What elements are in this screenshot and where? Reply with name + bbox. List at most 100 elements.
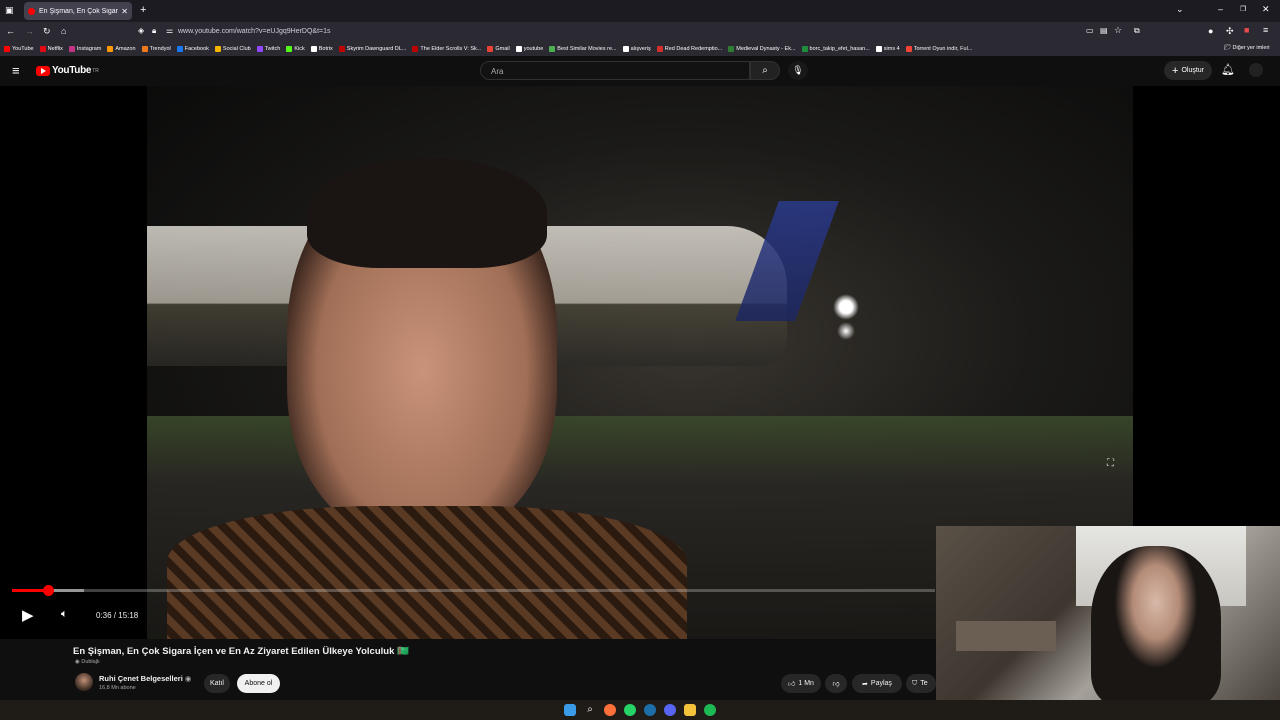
progress-bar[interactable] [12,585,935,596]
bookmark-item[interactable]: Kick [286,46,305,52]
permissions-icon[interactable]: ⚌ [166,26,173,35]
other-bookmarks[interactable]: 📁︎ Diğer yer imleri [1224,45,1270,51]
bookmark-item[interactable]: borc_takip_efet_hasan... [801,46,870,52]
channel-avatar[interactable] [75,673,93,691]
minimize-icon[interactable]: – [1218,4,1223,14]
bookmark-item[interactable]: Botrix [310,46,333,52]
microphone-icon: 🎙︎ [792,65,804,75]
bookmark-favicon-icon [141,46,148,52]
bookmark-item[interactable]: Facebook [176,46,209,52]
tab-title: En Şişman, En Çok Sigara İçen ve En Az Z… [39,7,118,15]
bookmark-item[interactable]: youtube [515,46,543,52]
share-button[interactable]: ➦ Paylaş [852,674,902,693]
menu-icon[interactable]: ≡ [1263,25,1268,35]
close-tab-icon[interactable]: ✕ [121,7,128,16]
subscriber-count: 16,8 Mn abone [99,685,136,691]
discord-icon[interactable] [664,704,676,716]
extension-badge-icon[interactable]: ■ [1244,25,1249,35]
bookmark-star-icon[interactable]: ☆ [1114,25,1122,36]
bookmark-label: Best Similar Movies re... [557,46,617,52]
bookmark-label: borc_takip_efet_hasan... [809,46,870,52]
close-window-icon[interactable]: ✕ [1262,4,1270,15]
notifications-bell-icon[interactable]: 🔔︎ [1221,63,1235,76]
bookmark-favicon-icon [487,46,494,52]
like-button[interactable]: 👍︎ 1 Mn [781,674,821,693]
search-icon: ⌕ [762,65,768,76]
bookmark-item[interactable]: Red Dead Redemptio... [656,46,722,52]
bookmark-item[interactable]: Medieval Dynasty - Ek... [728,46,796,52]
progress-scrubber-handle[interactable] [42,585,54,596]
video-scene-light [837,322,855,340]
share-label: Paylaş [870,680,892,687]
youtube-logo[interactable]: YouTube TR [36,65,99,76]
file-explorer-icon[interactable] [684,704,696,716]
video-title: En Şişman, En Çok Sigara İçen ve En Az Z… [73,646,409,657]
dubbed-icon: ◉ [75,659,80,665]
webcam-table [956,621,1056,651]
channel-name[interactable]: Ruhi Çenet Belgeselleri ◉ [99,674,191,683]
bookmark-item[interactable]: sims 4 [875,46,900,52]
bookmark-label: alışveriş [630,46,651,52]
forward-icon[interactable]: → [25,26,34,36]
extensions-icon[interactable]: ✣ [1226,26,1234,37]
spotify-icon[interactable] [704,704,716,716]
reload-icon[interactable]: ↻ [43,26,51,37]
plus-icon: + [1172,64,1179,77]
bookmark-item[interactable]: Gmail [487,46,510,52]
bookmark-item[interactable]: YouTube [4,46,34,52]
volume-icon[interactable]: 🔈︎ [61,608,68,621]
thanks-button[interactable]: ⛉ Te [906,674,936,693]
play-icon[interactable]: ▶ [22,606,34,624]
pip-icon[interactable]: ▭ [1086,26,1094,35]
steam-icon[interactable] [644,704,656,716]
avatar[interactable] [1249,63,1263,77]
bookmark-label: Instagram [76,46,102,52]
browser-nav-bar: ← → ↻ ⌂ ◈ 🔒︎ ⚌ www.youtube.com/watch?v=e… [0,22,1280,42]
join-button[interactable]: Katıl [204,674,230,693]
search-button[interactable]: ⌕ [750,61,780,80]
account-icon[interactable]: ● [1208,26,1213,36]
bookmark-item[interactable]: Skyrim Dawnguard DL... [338,46,406,52]
maximize-icon[interactable]: ❐ [1240,5,1246,13]
bookmark-favicon-icon [39,46,46,52]
fullscreen-icon[interactable]: ⛶ [1107,458,1114,469]
hamburger-menu-icon[interactable]: ≡ [12,63,20,78]
bookmark-item[interactable]: Social Club [214,46,251,52]
subscribe-button[interactable]: Abone ol [237,674,280,693]
bookmark-label: Medieval Dynasty - Ek... [736,46,796,52]
voice-search-button[interactable]: 🎙︎ [788,61,808,80]
browser-tab-active[interactable]: En Şişman, En Çok Sigara İçen ve En Az Z… [24,2,132,20]
bookmark-item[interactable]: Best Similar Movies re... [549,46,617,52]
thanks-label: Te [920,680,928,687]
windows-start-icon[interactable] [564,704,576,716]
create-button[interactable]: + Oluştur [1164,61,1212,80]
bookmark-item[interactable]: alışveriş [622,46,651,52]
dislike-button[interactable]: 👎︎ [825,674,847,693]
whatsapp-icon[interactable] [624,704,636,716]
reader-view-icon[interactable]: ▤ [1100,26,1108,35]
new-tab-icon[interactable]: + [140,4,146,16]
tab-list-icon[interactable]: ▣ [5,5,14,16]
bookmark-item[interactable]: Twitch [256,46,280,52]
search-input[interactable]: Ara [480,61,750,80]
home-icon[interactable]: ⌂ [61,26,66,36]
bookmark-label: YouTube [12,46,34,52]
back-icon[interactable]: ← [6,26,15,36]
search-taskbar-icon[interactable]: ⌕ [584,704,596,716]
tab-overflow-chevron-icon[interactable]: ⌄ [1176,4,1184,15]
firefox-icon[interactable] [604,704,616,716]
bookmark-item[interactable]: Netflix [39,46,63,52]
screenshot-icon[interactable]: ⧉ [1134,26,1140,36]
shield-icon[interactable]: ◈ [138,26,144,35]
bookmark-favicon-icon [286,46,293,52]
bookmark-item[interactable]: Trendyol [141,46,171,52]
bookmark-item[interactable]: Instagram [68,46,102,52]
bookmark-label: The Elder Scrolls V: Sk... [420,46,482,52]
bookmark-favicon-icon [728,46,735,52]
time-display: 0:36 / 15:18 [96,611,139,620]
lock-icon[interactable]: 🔒︎ [152,26,156,36]
bookmark-item[interactable]: Torrent Oyun indir, Ful... [905,46,972,52]
url-bar[interactable]: www.youtube.com/watch?v=eUJgq9HerDQ&t=1s [178,28,331,35]
bookmark-item[interactable]: The Elder Scrolls V: Sk... [412,46,481,52]
bookmark-item[interactable]: Amazon [107,46,136,52]
